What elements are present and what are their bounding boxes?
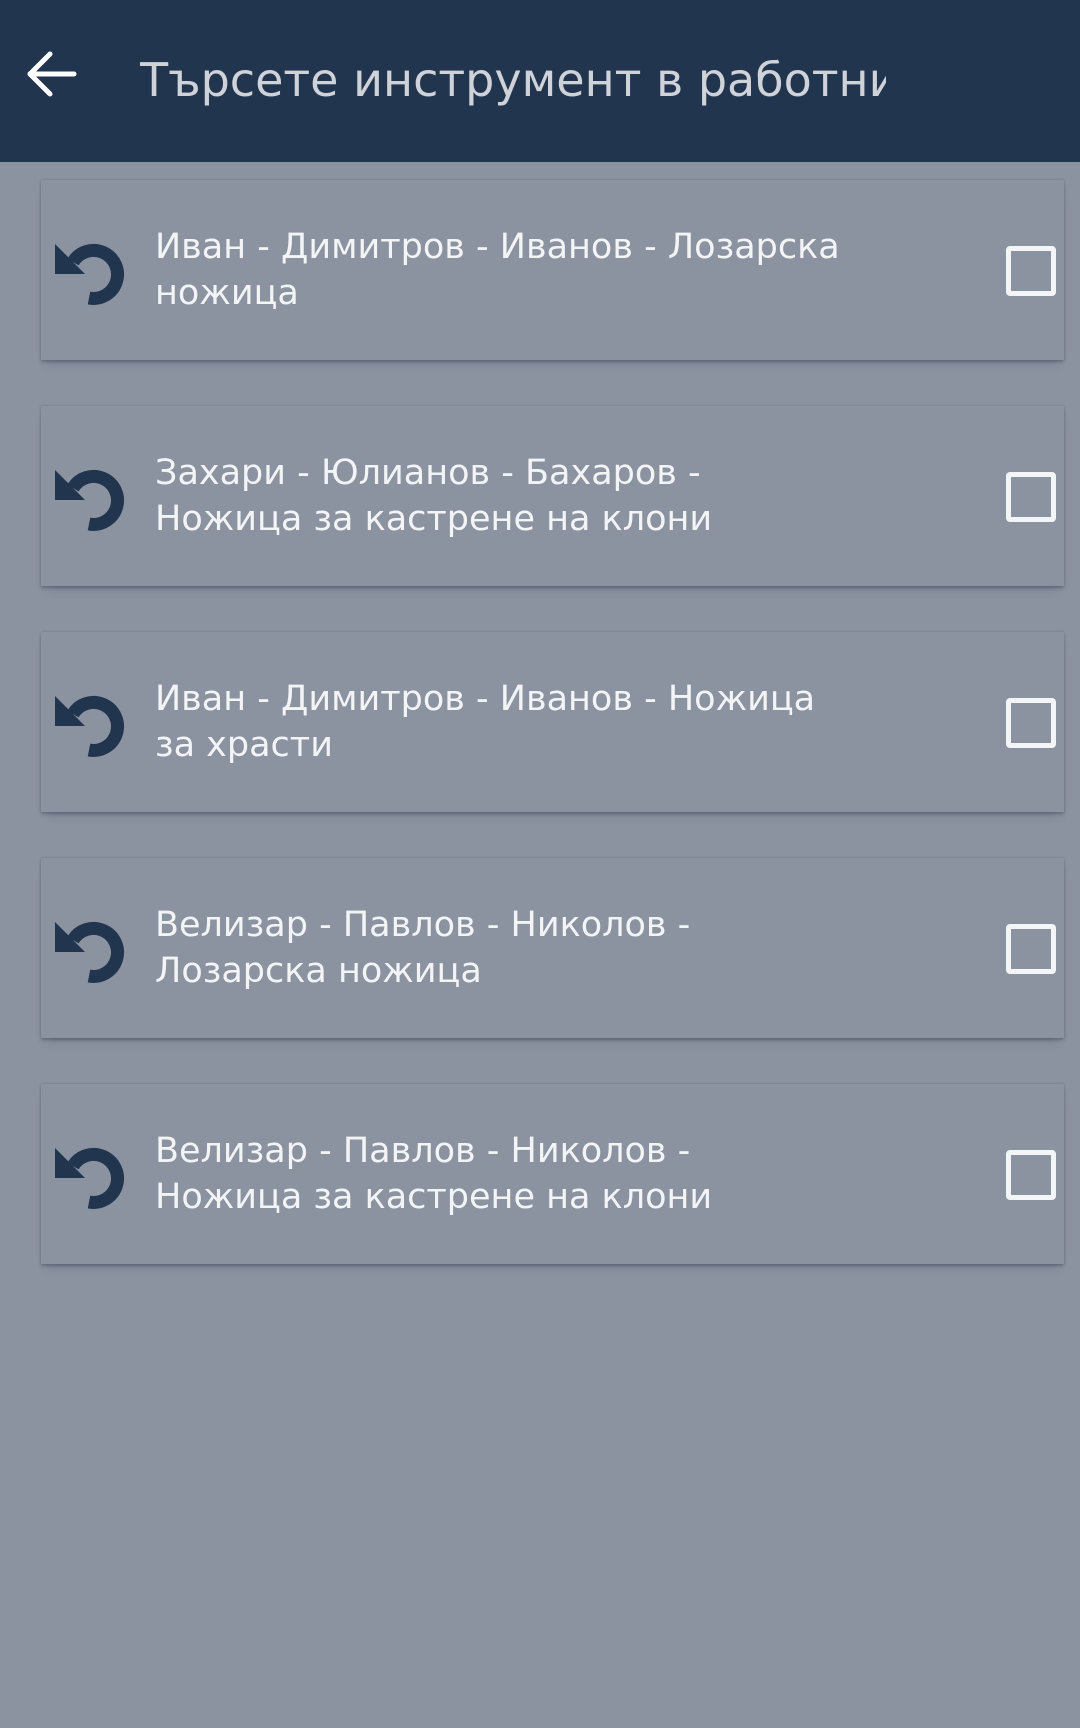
list-item-line2: ножица <box>155 273 299 313</box>
list-item-text: Захари - Юлианов - Бахаров - Ножица за к… <box>155 450 855 542</box>
app-bar <box>0 0 1080 162</box>
list-item-text: Иван - Димитров - Иванов - Ножица за хра… <box>155 676 855 768</box>
undo-icon <box>55 243 124 305</box>
list-item-line1: Велизар - Павлов - Николов - <box>155 1131 691 1171</box>
list-item[interactable]: Велизар - Павлов - Николов - Лозарска но… <box>41 858 1064 1038</box>
list-item[interactable]: Иван - Димитров - Иванов - Ножица за хра… <box>41 632 1064 812</box>
undo-button[interactable] <box>51 1134 131 1214</box>
undo-button[interactable] <box>51 682 131 762</box>
list-item-checkbox[interactable] <box>1006 924 1056 974</box>
list-item-line2: Ножица за кастрене на клони <box>155 1177 713 1217</box>
search-input[interactable] <box>140 44 886 116</box>
list-item[interactable]: Захари - Юлианов - Бахаров - Ножица за к… <box>41 406 1064 586</box>
list-item-line1: Захари - Юлианов - Бахаров - <box>155 453 701 493</box>
list-item-line2: Лозарска ножица <box>155 951 482 991</box>
list-item[interactable]: Велизар - Павлов - Николов - Ножица за к… <box>41 1084 1064 1264</box>
undo-icon <box>55 469 124 531</box>
list-item-line2: за храсти <box>155 725 333 765</box>
undo-icon <box>55 1147 124 1209</box>
list-item-checkbox[interactable] <box>1006 1150 1056 1200</box>
list-item-line1: Велизар - Павлов - Николов - <box>155 905 691 945</box>
arrow-left-icon <box>27 51 77 97</box>
undo-icon <box>55 921 124 983</box>
list-item[interactable]: Иван - Димитров - Иванов - Лозарска ножи… <box>41 180 1064 360</box>
list-item-checkbox[interactable] <box>1006 698 1056 748</box>
list-item-line1: Иван - Димитров - Иванов - Лозарска <box>155 227 840 267</box>
undo-button[interactable] <box>51 230 131 310</box>
undo-icon <box>55 695 124 757</box>
undo-button[interactable] <box>51 908 131 988</box>
tool-list: Иван - Димитров - Иванов - Лозарска ножи… <box>41 180 1064 1310</box>
back-button[interactable] <box>14 38 90 114</box>
list-item-text: Велизар - Павлов - Николов - Ножица за к… <box>155 1128 855 1220</box>
list-item-text: Иван - Димитров - Иванов - Лозарска ножи… <box>155 224 855 316</box>
list-item-line1: Иван - Димитров - Иванов - Ножица <box>155 679 816 719</box>
list-item-checkbox[interactable] <box>1006 472 1056 522</box>
list-item-line2: Ножица за кастрене на клони <box>155 499 713 539</box>
undo-button[interactable] <box>51 456 131 536</box>
list-item-text: Велизар - Павлов - Николов - Лозарска но… <box>155 902 855 994</box>
list-item-checkbox[interactable] <box>1006 246 1056 296</box>
